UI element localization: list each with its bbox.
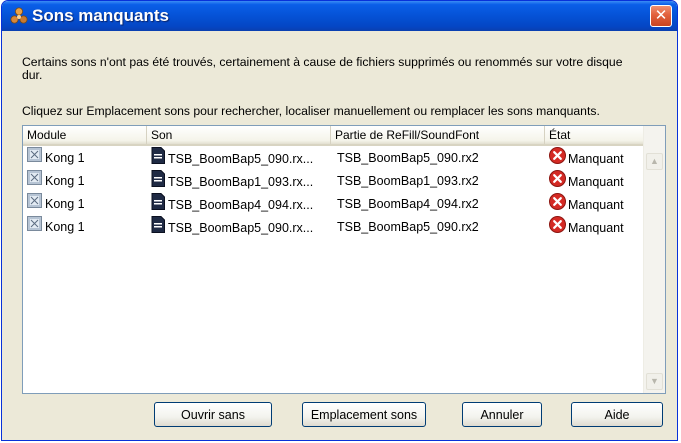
status-text: Manquant — [568, 174, 624, 189]
refill-part: TSB_BoomBap5_090.rx2 — [337, 151, 479, 165]
reason-app-icon — [10, 7, 28, 25]
kong-module-icon — [27, 147, 42, 170]
list-header: Module Son Partie de ReFill/SoundFont Ét… — [23, 126, 643, 146]
cancel-button[interactable]: Annuler — [462, 402, 542, 427]
error-x-icon — [549, 147, 566, 170]
missing-sounds-list[interactable]: Module Son Partie de ReFill/SoundFont Ét… — [22, 125, 666, 394]
table-row[interactable]: Kong 1 TSB_BoomBap5_090.rx... TSB_BoomBa… — [23, 147, 643, 170]
info-message: Certains sons n'ont pas été trouvés, cer… — [22, 55, 623, 82]
instruction-message: Cliquez sur Emplacement sons pour recher… — [22, 104, 600, 118]
refill-part: TSB_BoomBap1_093.rx2 — [337, 174, 479, 188]
column-header-module[interactable]: Module — [23, 126, 147, 144]
locate-sounds-button[interactable]: Emplacement sons — [302, 402, 426, 427]
module-name: Kong 1 — [45, 174, 85, 188]
sound-file-icon — [151, 193, 165, 216]
sound-name: TSB_BoomBap5_090.rx... — [168, 220, 314, 235]
refill-part: TSB_BoomBap4_094.rx2 — [337, 197, 479, 211]
error-x-icon — [549, 193, 566, 216]
module-name: Kong 1 — [45, 197, 85, 211]
table-row[interactable]: Kong 1 TSB_BoomBap5_090.rx... TSB_BoomBa… — [23, 216, 643, 239]
table-row[interactable]: Kong 1 TSB_BoomBap1_093.rx... TSB_BoomBa… — [23, 170, 643, 193]
kong-module-icon — [27, 193, 42, 216]
column-header-etat[interactable]: État — [545, 126, 643, 144]
error-x-icon — [549, 170, 566, 193]
sound-file-icon — [151, 170, 165, 193]
sound-name: TSB_BoomBap5_090.rx... — [168, 151, 314, 166]
kong-module-icon — [27, 216, 42, 239]
sound-file-icon — [151, 147, 165, 170]
list-rows: Kong 1 TSB_BoomBap5_090.rx... TSB_BoomBa… — [23, 147, 643, 239]
vertical-scrollbar[interactable]: ▲ ▼ — [643, 126, 665, 393]
sound-name: TSB_BoomBap4_094.rx... — [168, 197, 314, 212]
table-row[interactable]: Kong 1 TSB_BoomBap4_094.rx... TSB_BoomBa… — [23, 193, 643, 216]
module-name: Kong 1 — [45, 151, 85, 165]
kong-module-icon — [27, 170, 42, 193]
sound-file-icon — [151, 216, 165, 239]
help-button[interactable]: Aide — [571, 402, 663, 427]
error-x-icon — [549, 216, 566, 239]
status-text: Manquant — [568, 197, 624, 212]
title-bar[interactable]: Sons manquants ✕ — [2, 1, 677, 31]
scroll-down-button[interactable]: ▼ — [646, 373, 663, 390]
window-title: Sons manquants — [32, 6, 169, 25]
open-without-button[interactable]: Ouvrir sans — [154, 402, 272, 427]
sound-name: TSB_BoomBap1_093.rx... — [168, 174, 314, 189]
missing-sounds-dialog: Sons manquants ✕ Certains sons n'ont pas… — [1, 0, 678, 441]
module-name: Kong 1 — [45, 220, 85, 234]
refill-part: TSB_BoomBap5_090.rx2 — [337, 220, 479, 234]
scroll-up-button[interactable]: ▲ — [646, 153, 663, 170]
close-button[interactable]: ✕ — [650, 5, 672, 27]
status-text: Manquant — [568, 220, 624, 235]
column-header-partie[interactable]: Partie de ReFill/SoundFont — [331, 126, 545, 144]
column-header-son[interactable]: Son — [147, 126, 331, 144]
status-text: Manquant — [568, 151, 624, 166]
